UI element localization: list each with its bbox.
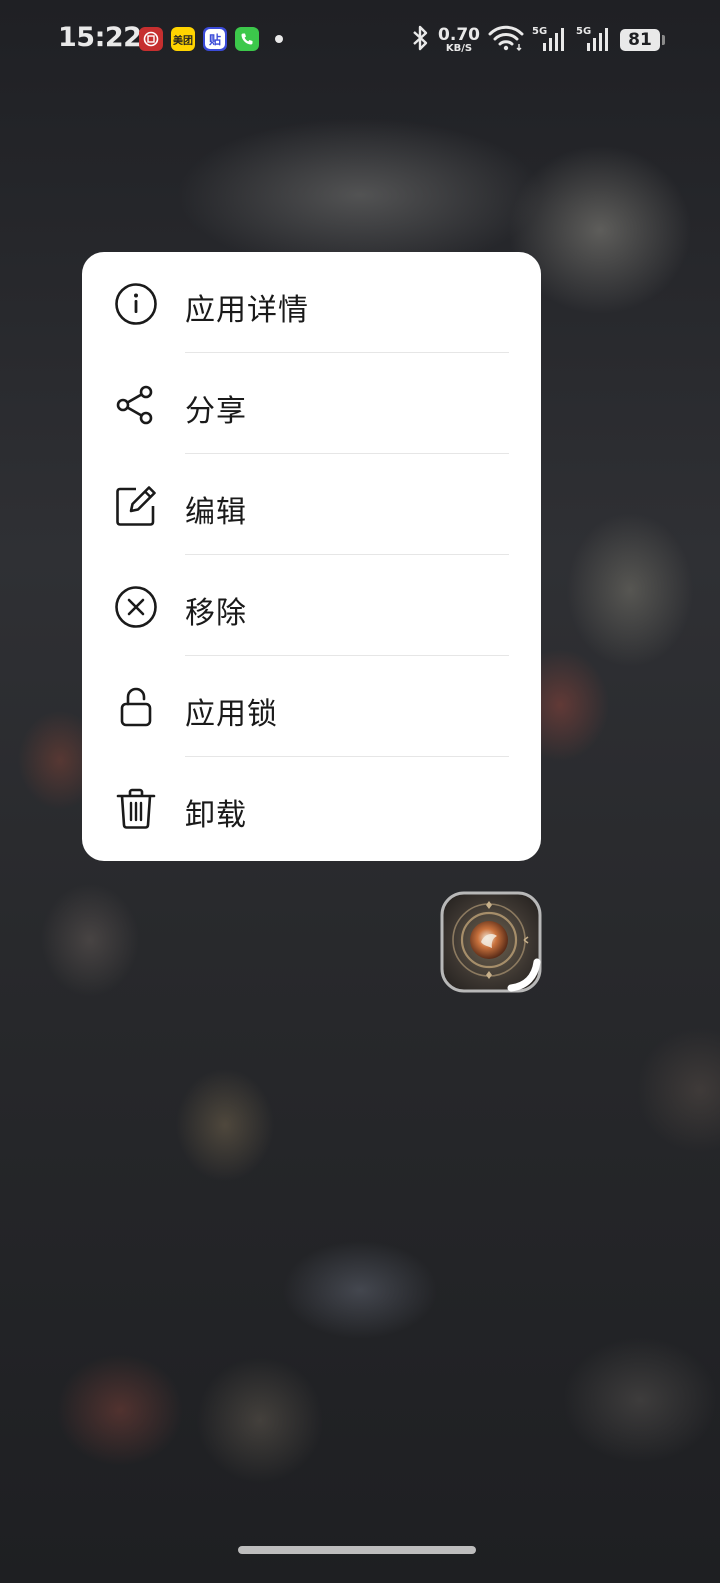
app-context-menu: 应用详情 分享 编辑 移除 应用锁 卸载 — [82, 252, 541, 861]
home-indicator[interactable] — [238, 1546, 476, 1554]
selected-app-icon[interactable] — [439, 890, 543, 994]
lock-icon — [114, 686, 158, 730]
battery-indicator: 81 — [620, 29, 665, 51]
meituan-app-icon: 美团 — [171, 27, 195, 51]
share-icon — [114, 383, 158, 427]
status-bar: 15:22 美团 贴 0.70 KB/S 5G 5G 81 — [0, 0, 720, 80]
edit-icon — [114, 484, 158, 528]
wifi-icon — [488, 25, 524, 55]
bluetooth-icon — [410, 24, 430, 56]
menu-item-uninstall[interactable]: 卸载 — [82, 757, 541, 858]
info-icon — [114, 282, 158, 326]
cellular-signal-2-icon: 5G — [576, 26, 612, 54]
more-notifications-dot — [275, 35, 283, 43]
tieba-app-icon: 贴 — [203, 27, 227, 51]
cellular-signal-1-icon: 5G — [532, 26, 568, 54]
menu-item-remove[interactable]: 移除 — [82, 555, 541, 656]
menu-item-label: 应用锁 — [185, 697, 278, 732]
menu-item-app-lock[interactable]: 应用锁 — [82, 656, 541, 757]
menu-item-share[interactable]: 分享 — [82, 353, 541, 454]
menu-item-label: 分享 — [185, 394, 247, 429]
bank-app-icon — [139, 27, 163, 51]
menu-item-edit[interactable]: 编辑 — [82, 454, 541, 555]
net-speed-unit: KB/S — [445, 42, 473, 54]
menu-item-label: 卸载 — [185, 798, 247, 833]
trash-icon — [114, 787, 158, 831]
menu-item-label: 应用详情 — [185, 293, 309, 328]
phone-app-icon — [235, 27, 259, 51]
status-time: 15:22 — [58, 22, 142, 53]
menu-item-label: 移除 — [185, 596, 247, 631]
menu-item-app-details[interactable]: 应用详情 — [82, 252, 541, 353]
remove-icon — [114, 585, 158, 629]
net-speed: 0.70 KB/S — [438, 24, 480, 54]
tieba-label: 贴 — [205, 29, 225, 49]
system-status-icons: 0.70 KB/S 5G 5G 81 — [410, 24, 665, 56]
notification-icons: 美团 贴 — [139, 27, 283, 51]
net-speed-value: 0.70 — [438, 24, 480, 45]
menu-item-label: 编辑 — [185, 495, 247, 530]
